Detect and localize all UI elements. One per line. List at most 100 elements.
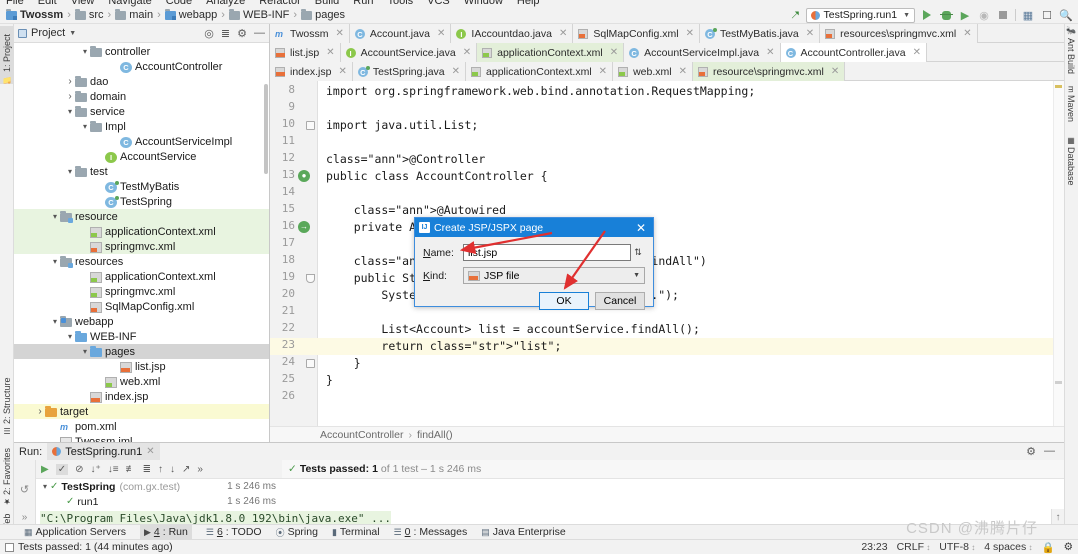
tree-node[interactable]: index.jsp — [14, 389, 269, 404]
line-number[interactable]: 26 — [275, 389, 295, 402]
run-button[interactable] — [920, 8, 934, 22]
tool-window-button[interactable]: ▤Java Enterprise — [481, 526, 565, 538]
test-tree-row[interactable]: ✓TestSpring(com.gx.test)1 s 246 ms — [36, 479, 282, 494]
tree-node[interactable]: resources — [14, 254, 269, 269]
spring-autowired-marker[interactable]: → — [298, 220, 311, 233]
editor-tab[interactable]: index.jsp✕ — [270, 62, 353, 81]
line-number[interactable]: 15 — [275, 202, 295, 215]
chevron-right-icon[interactable] — [35, 406, 45, 417]
tree-node[interactable]: webapp — [14, 314, 269, 329]
close-icon[interactable]: ✕ — [146, 446, 154, 457]
tree-node[interactable]: pages — [14, 344, 269, 359]
code-line[interactable] — [326, 185, 333, 202]
project-tree-scrollbar[interactable] — [264, 84, 268, 174]
caret-position[interactable]: 23:23 — [861, 541, 887, 553]
scroll-up-icon[interactable]: ↑ — [1052, 509, 1064, 523]
chevron-down-icon[interactable] — [80, 122, 90, 131]
inspection-icon[interactable]: ⚙ — [1064, 541, 1073, 553]
tree-node[interactable]: test — [14, 164, 269, 179]
chevron-down-icon[interactable] — [65, 107, 75, 116]
expand-icon[interactable]: » — [14, 496, 35, 523]
menu-item[interactable]: Window — [464, 0, 503, 7]
tree-node[interactable]: SqlMapConfig.xml — [14, 299, 269, 314]
status-message-area[interactable]: Tests passed: 1 (44 minutes ago) — [5, 541, 173, 553]
tree-node[interactable]: list.jsp — [14, 359, 269, 374]
chevron-right-icon[interactable] — [65, 91, 75, 102]
breadcrumb-method[interactable]: findAll() — [417, 429, 453, 441]
breadcrumb-item-project[interactable]: Twossm — [6, 9, 63, 21]
chevron-down-icon[interactable] — [80, 347, 90, 356]
close-icon[interactable]: ✕ — [766, 47, 774, 58]
sidebar-item-project[interactable]: 📁 1: Project — [0, 26, 14, 84]
editor-tab[interactable]: applicationContext.xml✕ — [477, 43, 624, 62]
tree-node[interactable]: web.xml — [14, 374, 269, 389]
rerun-icon[interactable]: ▶ — [41, 464, 49, 475]
editor-tab[interactable]: SqlMapConfig.xml✕ — [573, 24, 700, 43]
line-separator[interactable]: CRLF ↕ — [897, 541, 931, 553]
tool-window-button[interactable]: ▦Application Servers — [24, 526, 126, 538]
close-icon[interactable]: ✕ — [599, 66, 607, 77]
lock-icon[interactable]: 🔒 — [1042, 541, 1055, 554]
project-structure-icon[interactable]: ▦ — [1021, 8, 1035, 22]
breadcrumb-item[interactable]: src — [63, 9, 103, 21]
code-line[interactable]: List<Account> list = accountService.find… — [326, 321, 700, 338]
line-number[interactable]: 18 — [275, 253, 295, 266]
line-number[interactable]: 12 — [275, 151, 295, 164]
encoding-indicator[interactable]: UTF-8 ↕ — [939, 541, 975, 553]
line-number[interactable]: 17 — [275, 236, 295, 249]
sort-duration-icon[interactable]: ↓≡ — [108, 464, 119, 475]
line-number[interactable]: 10 — [275, 117, 295, 130]
menu-item[interactable]: Navigate — [108, 0, 151, 7]
chevron-down-icon[interactable] — [65, 167, 75, 176]
tree-node[interactable]: Impl — [14, 119, 269, 134]
collapse-all-icon[interactable]: ≣ — [143, 464, 151, 475]
fold-marker[interactable] — [298, 356, 311, 369]
close-icon[interactable]: ✕ — [636, 221, 649, 235]
close-icon[interactable]: ✕ — [831, 66, 839, 77]
tool-window-button[interactable]: ▶4: Run — [140, 525, 192, 540]
sort-alpha-icon[interactable]: ↓⁺ — [90, 464, 100, 475]
spring-bean-marker[interactable]: ● — [298, 169, 311, 182]
run-tab[interactable]: TestSpring.run1 ✕ — [47, 443, 159, 460]
close-icon[interactable]: ✕ — [610, 47, 618, 58]
tree-node[interactable]: applicationContext.xml — [14, 269, 269, 284]
tool-window-button[interactable]: ▮Terminal — [332, 526, 380, 538]
back-arrow-icon[interactable]: ➝ — [786, 5, 805, 24]
project-tree[interactable]: controllerCAccountControllerdaodomainser… — [14, 43, 269, 442]
profile-button[interactable]: ◉ — [977, 8, 991, 22]
editor-tab[interactable]: CAccountController.java✕ — [781, 43, 927, 62]
editor-tab[interactable]: web.xml✕ — [613, 62, 693, 81]
close-icon[interactable]: ✕ — [963, 28, 971, 39]
line-number[interactable]: 20 — [275, 287, 295, 300]
fold-marker[interactable] — [298, 118, 311, 131]
tool-window-button[interactable]: ☰6: TODO — [206, 526, 262, 538]
hide-icon[interactable]: — — [1044, 445, 1055, 458]
line-number[interactable]: 22 — [275, 321, 295, 334]
export-icon[interactable]: ↗ — [182, 464, 190, 475]
tool-window-button[interactable]: ☰0: Messages — [394, 526, 468, 538]
fold-marker[interactable] — [298, 271, 311, 284]
close-icon[interactable]: ✕ — [913, 47, 921, 58]
search-icon[interactable]: 🔍 — [1059, 8, 1073, 22]
ok-button[interactable]: OK — [539, 292, 589, 310]
tree-node[interactable]: springmvc.xml — [14, 239, 269, 254]
breadcrumb-item[interactable]: pages — [289, 9, 345, 21]
tree-node[interactable]: springmvc.xml — [14, 284, 269, 299]
gear-icon[interactable]: ⚙ — [1026, 445, 1036, 458]
create-jsp-dialog[interactable]: Create JSP/JSPX page ✕ Name: list.jsp ⇅ … — [414, 217, 654, 307]
chevron-right-icon[interactable] — [65, 76, 75, 87]
tree-node[interactable]: CTestMyBatis — [14, 179, 269, 194]
expand-all-icon[interactable]: ≢ — [126, 464, 136, 475]
code-line[interactable]: } — [326, 355, 361, 372]
stop-button[interactable] — [996, 8, 1010, 22]
next-failed-icon[interactable]: ↓ — [170, 464, 175, 475]
tool-window-button[interactable]: ⦿Spring — [276, 526, 318, 539]
tree-node[interactable]: Twossm.iml — [14, 434, 269, 442]
line-number[interactable]: 21 — [275, 304, 295, 317]
breadcrumb-item[interactable]: webapp — [153, 9, 217, 21]
editor-tab[interactable]: IIAccountdao.java✕ — [451, 24, 573, 43]
code-line[interactable]: public class AccountController { — [326, 168, 548, 185]
sidebar-item-maven[interactable]: m Maven — [1064, 86, 1078, 130]
chevron-down-icon[interactable] — [80, 47, 90, 56]
test-tree-row[interactable]: ✓run11 s 246 ms — [36, 494, 282, 509]
